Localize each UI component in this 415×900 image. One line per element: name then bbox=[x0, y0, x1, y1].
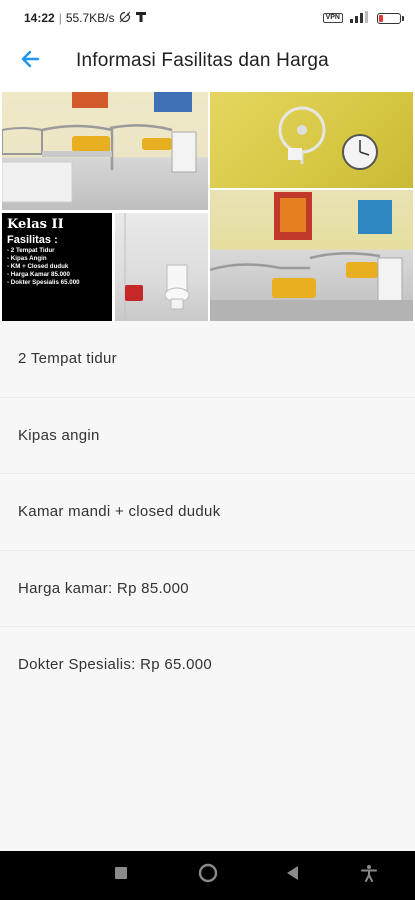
system-nav-bar bbox=[0, 851, 415, 900]
facility-list: 2 Tempat tidur Kipas angin Kamar mandi +… bbox=[0, 321, 415, 704]
app-bar: Informasi Fasilitas dan Harga bbox=[0, 36, 415, 86]
card-line: - Dokter Spesialis 65.000 bbox=[7, 279, 80, 286]
recents-button[interactable] bbox=[101, 851, 141, 900]
accessibility-button[interactable] bbox=[349, 851, 389, 900]
room-beds-photo bbox=[2, 92, 208, 210]
home-button[interactable] bbox=[188, 851, 228, 900]
arrow-left-icon bbox=[19, 48, 41, 75]
accessibility-icon bbox=[360, 864, 378, 887]
battery-fill bbox=[379, 14, 383, 22]
signal-icon bbox=[349, 10, 371, 26]
list-item: Dokter Spesialis: Rp 65.000 bbox=[0, 627, 415, 704]
nav-back-button[interactable] bbox=[272, 851, 312, 900]
t-app-icon bbox=[135, 11, 147, 26]
room-photo-collage: Kelas II Fasilitas : - 2 Tempat Tidur - … bbox=[2, 92, 413, 321]
page-title: Informasi Fasilitas dan Harga bbox=[76, 50, 329, 71]
bathroom-photo bbox=[115, 213, 208, 321]
circle-home-icon bbox=[198, 863, 218, 888]
back-button[interactable] bbox=[0, 36, 60, 86]
list-item: Kamar mandi + closed duduk bbox=[0, 474, 415, 551]
list-empty-area bbox=[0, 697, 415, 851]
card-line: - Kipas Angin bbox=[7, 255, 47, 262]
list-item: Kipas angin bbox=[0, 398, 415, 474]
card-facilities-label: Fasilitas : bbox=[7, 234, 58, 246]
card-line: - Harga Kamar 85.000 bbox=[7, 271, 70, 278]
room-info-card: Kelas II Fasilitas : - 2 Tempat Tidur - … bbox=[2, 213, 112, 321]
status-separator: | bbox=[58, 11, 62, 25]
fan-and-clock-photo bbox=[210, 92, 413, 188]
status-time: 14:22 bbox=[24, 11, 55, 25]
room-poster-photo bbox=[210, 190, 413, 321]
triangle-back-icon bbox=[285, 865, 299, 886]
square-recents-icon bbox=[114, 866, 128, 885]
sync-icon bbox=[119, 11, 131, 26]
card-line: - 2 Tempat Tidur bbox=[7, 247, 55, 254]
network-speed: 55.7KB/s bbox=[65, 11, 115, 25]
status-bar: 14:22 | 55.7KB/s VPN bbox=[0, 0, 415, 36]
card-line: - KM + Closed duduk bbox=[7, 263, 69, 270]
card-heading: Kelas II bbox=[7, 217, 64, 232]
vpn-icon: VPN bbox=[322, 13, 343, 23]
list-item: 2 Tempat tidur bbox=[0, 321, 415, 398]
list-item: Harga kamar: Rp 85.000 bbox=[0, 551, 415, 627]
battery-icon bbox=[377, 12, 404, 24]
